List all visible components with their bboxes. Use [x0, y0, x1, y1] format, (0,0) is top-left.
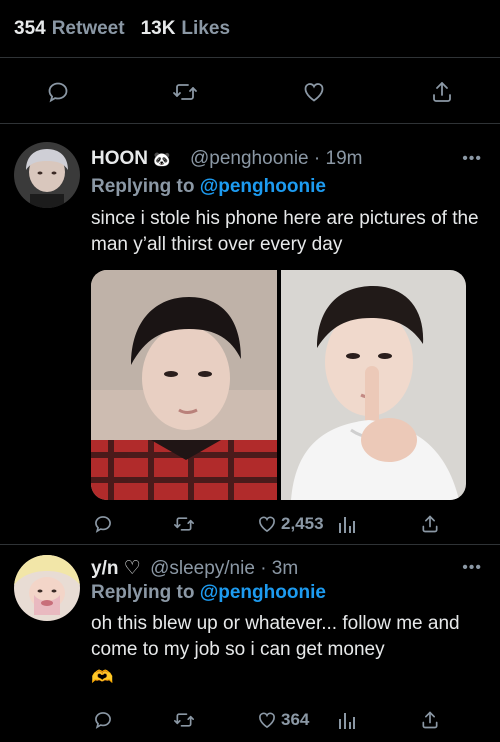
share-icon[interactable] — [428, 78, 456, 106]
share-icon[interactable] — [418, 708, 442, 732]
retweet-label[interactable]: Retweet — [52, 18, 125, 40]
likes-label[interactable]: Likes — [181, 18, 230, 40]
avatar[interactable] — [14, 555, 80, 621]
analytics-icon[interactable] — [337, 709, 357, 731]
media-grid — [91, 270, 466, 500]
media-photo[interactable] — [280, 270, 466, 500]
replying-prefix: Replying to — [91, 176, 195, 197]
share-icon[interactable] — [418, 512, 442, 536]
name-emoji: ♡ — [123, 558, 141, 579]
user-handle[interactable]: @penghoonie — [190, 148, 309, 169]
retweet-icon[interactable] — [172, 512, 196, 536]
name-emoji: 🐼 — [153, 151, 171, 167]
avatar[interactable] — [14, 142, 80, 208]
like-icon[interactable] — [255, 512, 279, 536]
tweet-text: oh this blew up or whatever... follow me… — [91, 613, 460, 660]
timestamp[interactable]: · 19m — [314, 148, 363, 169]
like-icon[interactable] — [300, 78, 328, 106]
reply-icon[interactable] — [44, 78, 72, 106]
retweet-icon[interactable] — [172, 708, 196, 732]
mention-link[interactable]: @penghoonie — [200, 582, 326, 603]
main-tweet-actions — [0, 58, 500, 124]
like-icon[interactable] — [255, 708, 279, 732]
timestamp[interactable]: · 3m — [260, 558, 298, 579]
likes-count[interactable]: 13K — [141, 18, 176, 40]
mention-link[interactable]: @penghoonie — [200, 176, 326, 197]
replying-to: Replying to @penghoonie — [91, 176, 326, 198]
like-count[interactable]: 2,453 — [281, 514, 324, 534]
tweet-text: since i stole his phone here are picture… — [91, 208, 479, 255]
display-name[interactable]: HOON — [91, 148, 148, 169]
tweet-header: HOON 🐼 @penghoonie · 19m — [91, 148, 362, 170]
tweet-header: y/n ♡ @sleepy/nie · 3m — [91, 557, 298, 580]
reply-actions: 364 — [0, 706, 500, 736]
display-name[interactable]: y/n — [91, 558, 118, 579]
heart-hands-emoji: 🫶 — [91, 667, 114, 687]
reply-tweet[interactable]: HOON 🐼 @penghoonie · 19m ••• Replying to… — [0, 124, 500, 545]
tweet-stats: 354 Retweet 13K Likes — [0, 0, 500, 58]
replying-prefix: Replying to — [91, 582, 195, 603]
media-photo[interactable] — [91, 270, 277, 500]
reply-tweet[interactable]: y/n ♡ @sleepy/nie · 3m ••• Replying to @… — [0, 545, 500, 742]
like-count[interactable]: 364 — [281, 710, 309, 730]
more-icon[interactable]: ••• — [462, 150, 482, 168]
retweet-icon[interactable] — [171, 78, 199, 106]
user-handle[interactable]: @sleepy/nie — [150, 558, 255, 579]
analytics-icon[interactable] — [337, 513, 357, 535]
reply-icon[interactable] — [91, 512, 115, 536]
more-icon[interactable]: ••• — [462, 559, 482, 577]
reply-icon[interactable] — [91, 708, 115, 732]
retweet-count[interactable]: 354 — [14, 18, 46, 40]
replying-to: Replying to @penghoonie — [91, 582, 326, 604]
reply-actions: 2,453 — [0, 510, 500, 540]
